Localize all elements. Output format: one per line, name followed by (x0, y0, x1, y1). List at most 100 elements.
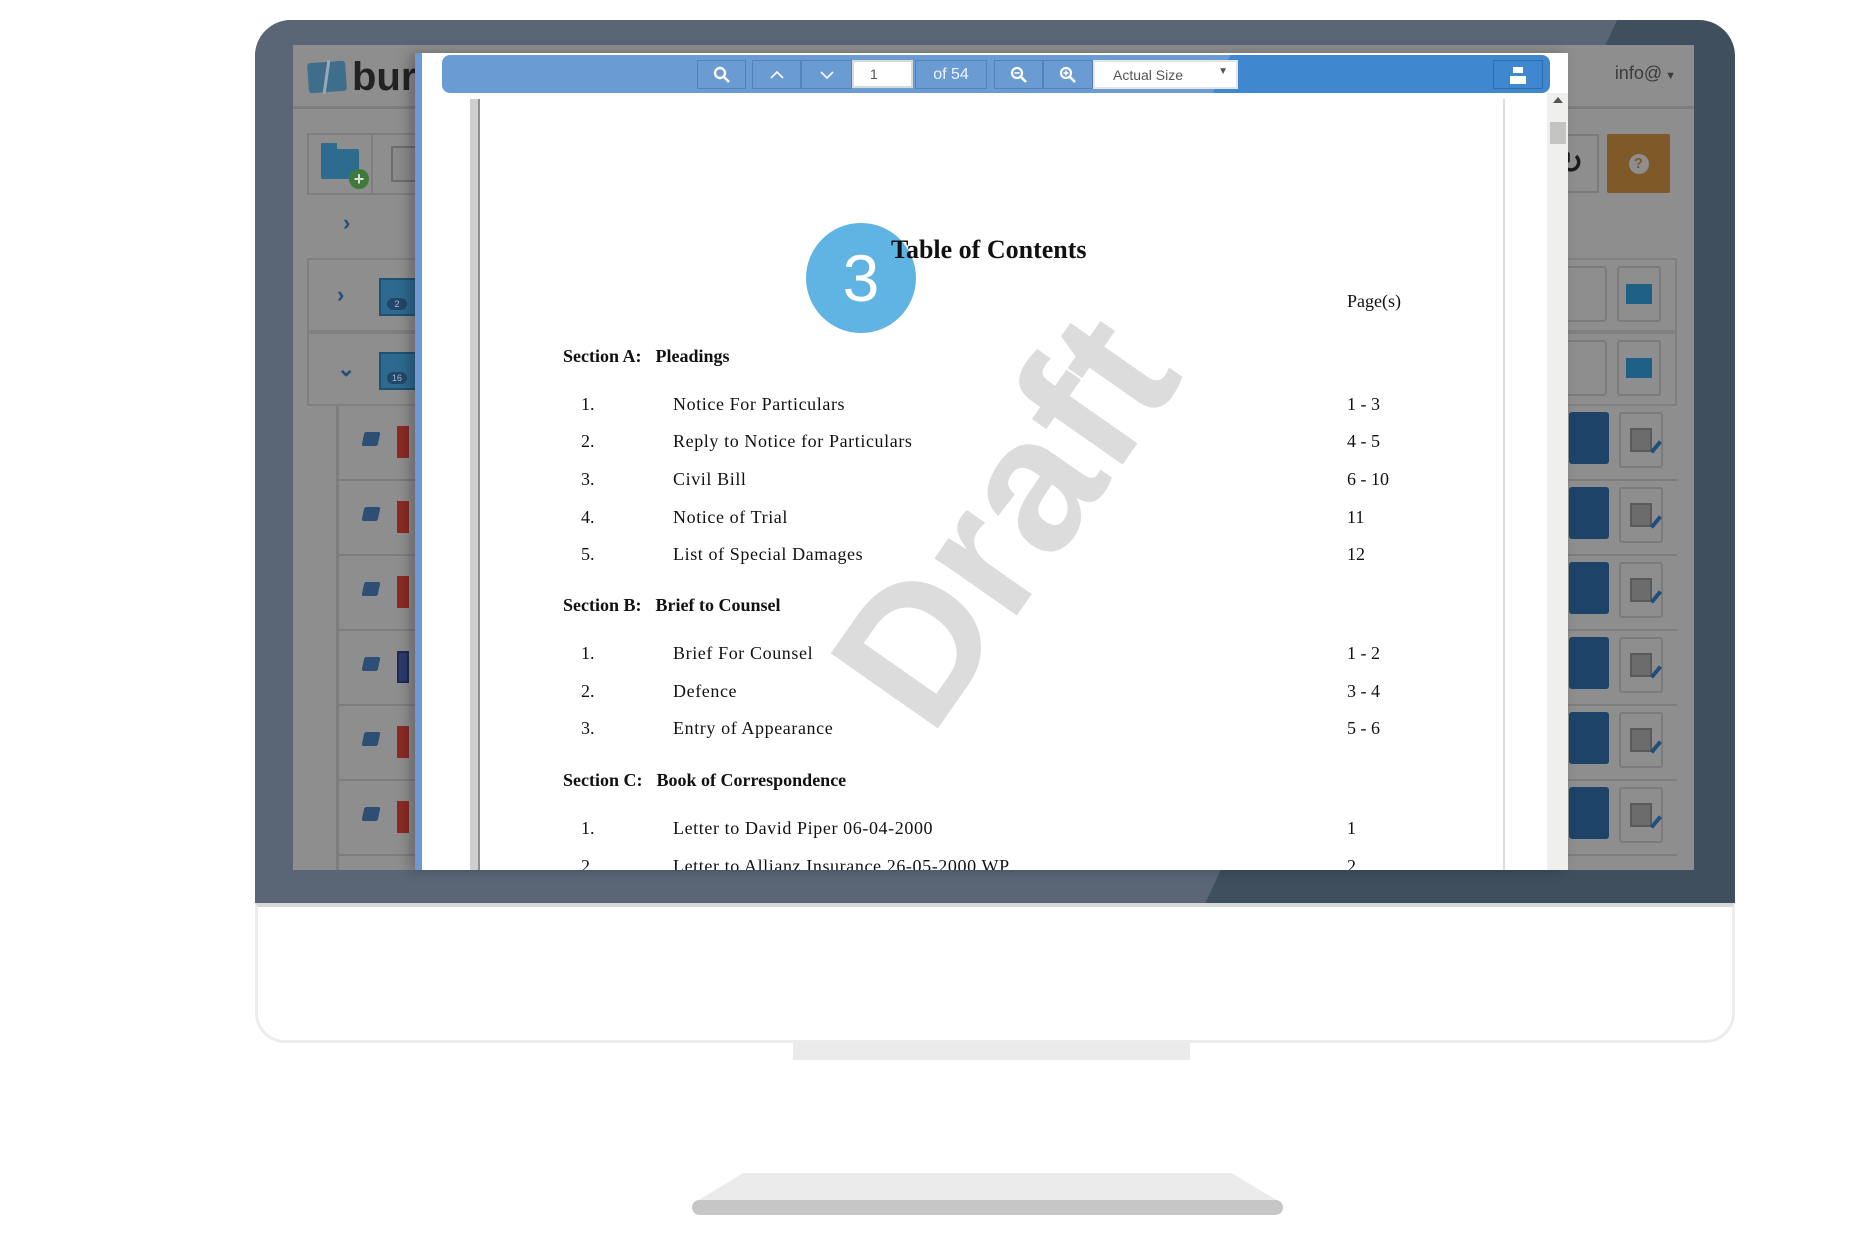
page-number-input[interactable]: 1 (852, 60, 913, 88)
book-icon (361, 732, 381, 746)
book-icon (361, 582, 381, 596)
modal-edge (415, 53, 422, 870)
toc-item-number: 2. (581, 856, 595, 870)
document-icon (391, 146, 417, 182)
row-action-button[interactable] (1563, 340, 1607, 396)
toc-item-pages: 1 (1347, 818, 1356, 838)
folder-add-icon (321, 143, 369, 189)
toc-item-title: Civil Bill (673, 469, 747, 489)
pdf-file-icon (397, 576, 409, 608)
toc-item-title: Notice For Particulars (673, 394, 846, 414)
edit-document-button[interactable] (1619, 487, 1663, 543)
toc-item-title: Brief For Counsel (673, 643, 814, 663)
user-menu[interactable]: info@ ▼ (1615, 63, 1676, 84)
chevron-up-icon (769, 70, 784, 79)
edit-folder-button[interactable] (1617, 266, 1661, 322)
folder-count-badge: 2 (387, 298, 407, 310)
monitor-chin (255, 903, 1735, 1043)
pdf-file-icon (397, 726, 409, 758)
print-icon (1510, 66, 1526, 84)
section-name: Brief to Counsel (655, 595, 781, 615)
edit-document-button[interactable] (1619, 787, 1663, 843)
view-button[interactable] (1569, 487, 1609, 539)
edit-document-button[interactable] (1619, 412, 1663, 468)
previous-page-button[interactable] (752, 60, 801, 89)
help-icon: ? (1628, 153, 1649, 174)
help-button[interactable]: ? (1607, 134, 1670, 193)
toc-item-number: 3. (581, 718, 595, 738)
folder-icon: 2 (379, 278, 419, 316)
book-icon (361, 507, 381, 521)
word-file-icon (397, 651, 409, 683)
toc-item-pages: 12 (1347, 544, 1365, 564)
user-menu-label: info@ (1614, 63, 1663, 83)
section-heading: Section C: Book of Correspondence (563, 770, 846, 791)
pdf-file-icon (397, 501, 409, 533)
edit-folder-icon (1626, 284, 1652, 304)
breadcrumb-chevron-icon[interactable]: › (343, 210, 350, 236)
section-label: Section A: (563, 346, 642, 366)
view-button[interactable] (1569, 412, 1609, 464)
chevron-down-icon[interactable]: ⌄ (337, 356, 355, 382)
scroll-thumb[interactable] (1550, 122, 1566, 144)
monitor-stand (697, 1173, 1278, 1201)
section-name: Book of Correspondence (656, 770, 847, 790)
zoom-level-select[interactable]: Actual Size ▼ (1093, 60, 1238, 89)
toc-item-title: Defence (673, 681, 738, 701)
pdf-file-icon (397, 801, 409, 833)
new-folder-button[interactable] (309, 135, 373, 193)
toc-item-pages: 1 - 3 (1347, 394, 1380, 414)
toc-item-title: Notice of Trial (673, 507, 788, 527)
toc-item-number: 2. (581, 431, 595, 451)
toc-item-number: 1. (581, 818, 595, 838)
toc-item-title: Letter to David Piper 06-04-2000 (673, 818, 934, 838)
view-button[interactable] (1569, 787, 1609, 839)
print-button[interactable] (1493, 60, 1543, 89)
toc-item-pages: 11 (1347, 507, 1365, 527)
edit-document-button[interactable] (1619, 712, 1663, 768)
chevron-right-icon[interactable]: › (337, 282, 344, 308)
chevron-down-icon (819, 70, 834, 79)
section-name: Pleadings (655, 346, 730, 366)
viewer-toolbar: 1 of 54 Actual Size ▼ (442, 55, 1550, 93)
search-button[interactable] (697, 60, 746, 89)
edit-document-icon (1630, 803, 1652, 827)
toc-item-title: Entry of Appearance (673, 718, 834, 738)
zoom-out-button[interactable] (994, 60, 1043, 89)
view-button[interactable] (1569, 562, 1609, 614)
book-icon (361, 807, 381, 821)
next-page-button[interactable] (801, 60, 852, 89)
toc-item-number: 5. (581, 544, 595, 564)
book-icon (361, 432, 381, 446)
section-label: Section C: (563, 770, 643, 790)
pdf-file-icon (397, 426, 409, 458)
section-label: Section B: (563, 595, 642, 615)
edit-document-icon (1630, 503, 1652, 527)
edit-folder-icon (1626, 358, 1652, 378)
section-heading: Section B: Brief to Counsel (563, 595, 781, 616)
vertical-scrollbar[interactable] (1547, 93, 1568, 870)
pdf-viewer-modal: 1 of 54 Actual Size ▼ Draft 3 Table of C… (415, 53, 1568, 870)
edit-document-icon (1630, 653, 1652, 677)
app-logo[interactable]: bur (306, 57, 416, 97)
row-action-button[interactable] (1563, 266, 1607, 322)
monitor-stand-base (692, 1200, 1283, 1215)
zoom-out-icon (1010, 66, 1027, 83)
book-icon (361, 657, 381, 671)
edit-folder-button[interactable] (1617, 340, 1661, 396)
caret-down-icon: ▼ (1665, 70, 1676, 82)
pages-column-header: Page(s) (1347, 291, 1401, 311)
edit-document-button[interactable] (1619, 562, 1663, 618)
toc-item-pages: 3 - 4 (1347, 681, 1380, 701)
toc-item-number: 4. (581, 507, 595, 527)
toc-item-pages: 1 - 2 (1347, 643, 1380, 663)
toc-item-title: Letter to Allianz Insurance 26-05-2000 W… (673, 856, 1010, 870)
edit-document-button[interactable] (1619, 637, 1663, 693)
toc-item-number: 3. (581, 469, 595, 489)
folder-icon: 16 (379, 352, 419, 390)
zoom-in-button[interactable] (1043, 60, 1093, 89)
view-button[interactable] (1569, 712, 1609, 764)
view-button[interactable] (1569, 637, 1609, 689)
scroll-up-arrow-icon[interactable] (1553, 97, 1563, 103)
edit-document-icon (1630, 578, 1652, 602)
